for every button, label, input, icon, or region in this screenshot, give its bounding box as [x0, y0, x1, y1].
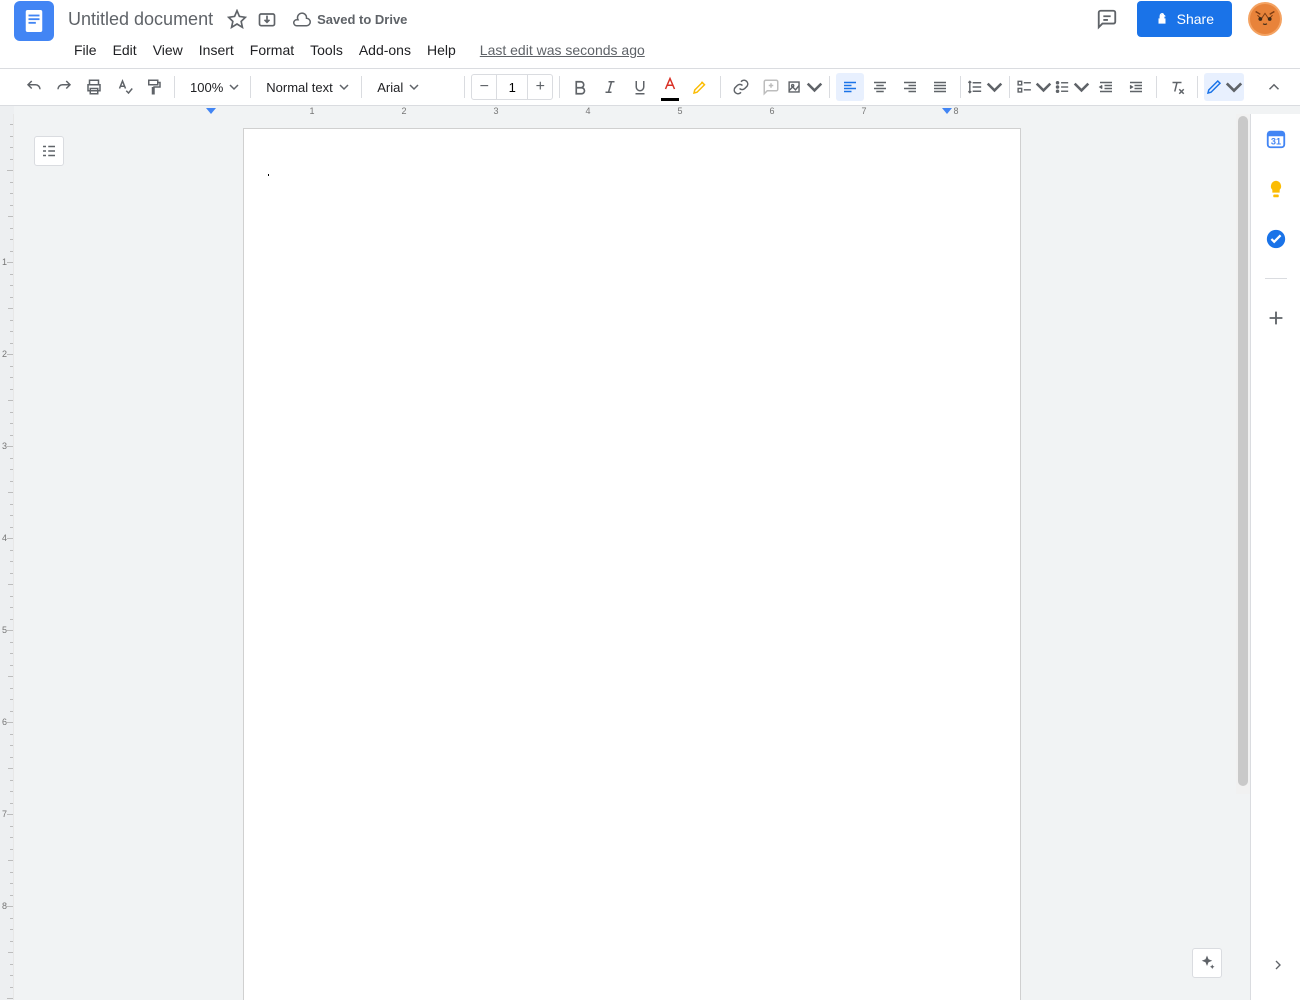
save-status-text: Saved to Drive [317, 12, 407, 27]
line-spacing-button[interactable] [967, 73, 1003, 101]
menu-insert[interactable]: Insert [191, 38, 242, 62]
font-size-decrease-button[interactable]: − [472, 75, 496, 99]
document-outline-button[interactable] [34, 136, 64, 166]
menu-addons[interactable]: Add-ons [351, 38, 419, 62]
text-cursor [268, 174, 269, 176]
underline-button[interactable] [626, 73, 654, 101]
font-family-select[interactable]: Arial [368, 74, 458, 100]
print-button[interactable] [80, 73, 108, 101]
ruler-v-number: 4 [2, 533, 7, 543]
editing-mode-button[interactable] [1204, 73, 1244, 101]
ruler-v-number: 5 [2, 625, 7, 635]
ruler-v-number: 3 [2, 441, 7, 451]
italic-button[interactable] [596, 73, 624, 101]
align-right-button[interactable] [896, 73, 924, 101]
ruler-v-number: 2 [2, 349, 7, 359]
document-canvas[interactable] [14, 114, 1250, 1000]
ruler-v-number: 8 [2, 901, 7, 911]
menu-view[interactable]: View [145, 38, 191, 62]
text-color-button[interactable] [656, 73, 684, 101]
undo-button[interactable] [20, 73, 48, 101]
toolbar: 100% Normal text Arial − + [0, 68, 1300, 106]
page[interactable] [243, 128, 1021, 1000]
svg-text:31: 31 [1270, 137, 1280, 147]
zoom-select[interactable]: 100% [181, 74, 244, 100]
bulleted-list-button[interactable] [1054, 73, 1090, 101]
ruler-v-number: 1 [2, 257, 7, 267]
ruler-v-number: 7 [2, 809, 7, 819]
hide-menus-button[interactable] [1260, 73, 1288, 101]
font-size-increase-button[interactable]: + [528, 75, 552, 99]
side-panel: 31 [1250, 114, 1300, 1000]
menu-tools[interactable]: Tools [302, 38, 351, 62]
align-center-button[interactable] [866, 73, 894, 101]
increase-indent-button[interactable] [1122, 73, 1150, 101]
paragraph-style-select[interactable]: Normal text [257, 74, 355, 100]
star-icon[interactable] [227, 9, 247, 29]
checklist-button[interactable] [1016, 73, 1052, 101]
add-comment-button[interactable] [757, 73, 785, 101]
menubar: File Edit View Insert Format Tools Add-o… [0, 36, 1300, 64]
menu-format[interactable]: Format [242, 38, 302, 62]
get-addons-icon[interactable] [1265, 307, 1287, 329]
font-size-group: − + [471, 74, 553, 100]
align-left-button[interactable] [836, 73, 864, 101]
share-button-label: Share [1177, 11, 1214, 27]
open-comments-button[interactable] [1089, 1, 1125, 37]
explore-button[interactable] [1192, 948, 1222, 978]
bold-button[interactable] [566, 73, 594, 101]
paragraph-style-value: Normal text [266, 80, 332, 95]
vertical-ruler[interactable]: 1 2 3 4 5 6 7 8 [0, 114, 14, 1000]
account-avatar[interactable] [1248, 2, 1282, 36]
hide-side-panel-button[interactable] [1270, 957, 1286, 978]
ruler-v-number: 6 [2, 717, 7, 727]
highlight-color-button[interactable] [686, 73, 714, 101]
menu-help[interactable]: Help [419, 38, 464, 62]
spellcheck-button[interactable] [110, 73, 138, 101]
move-icon[interactable] [257, 9, 277, 29]
menu-file[interactable]: File [66, 38, 105, 62]
keep-app-icon[interactable] [1265, 178, 1287, 200]
insert-image-button[interactable] [787, 73, 823, 101]
share-button[interactable]: Share [1137, 1, 1232, 37]
last-edit-link[interactable]: Last edit was seconds ago [480, 42, 645, 58]
decrease-indent-button[interactable] [1092, 73, 1120, 101]
clear-formatting-button[interactable] [1163, 73, 1191, 101]
calendar-app-icon[interactable]: 31 [1265, 128, 1287, 150]
paint-format-button[interactable] [140, 73, 168, 101]
align-justify-button[interactable] [926, 73, 954, 101]
insert-link-button[interactable] [727, 73, 755, 101]
menu-edit[interactable]: Edit [105, 38, 145, 62]
font-size-input[interactable] [496, 75, 528, 99]
redo-button[interactable] [50, 73, 78, 101]
tasks-app-icon[interactable] [1265, 228, 1287, 250]
zoom-value: 100% [190, 80, 223, 95]
vertical-scrollbar[interactable] [1236, 114, 1250, 794]
font-family-value: Arial [377, 80, 403, 95]
save-status[interactable]: Saved to Drive [293, 10, 407, 28]
document-title[interactable]: Untitled document [64, 7, 217, 32]
docs-logo[interactable] [14, 1, 54, 41]
